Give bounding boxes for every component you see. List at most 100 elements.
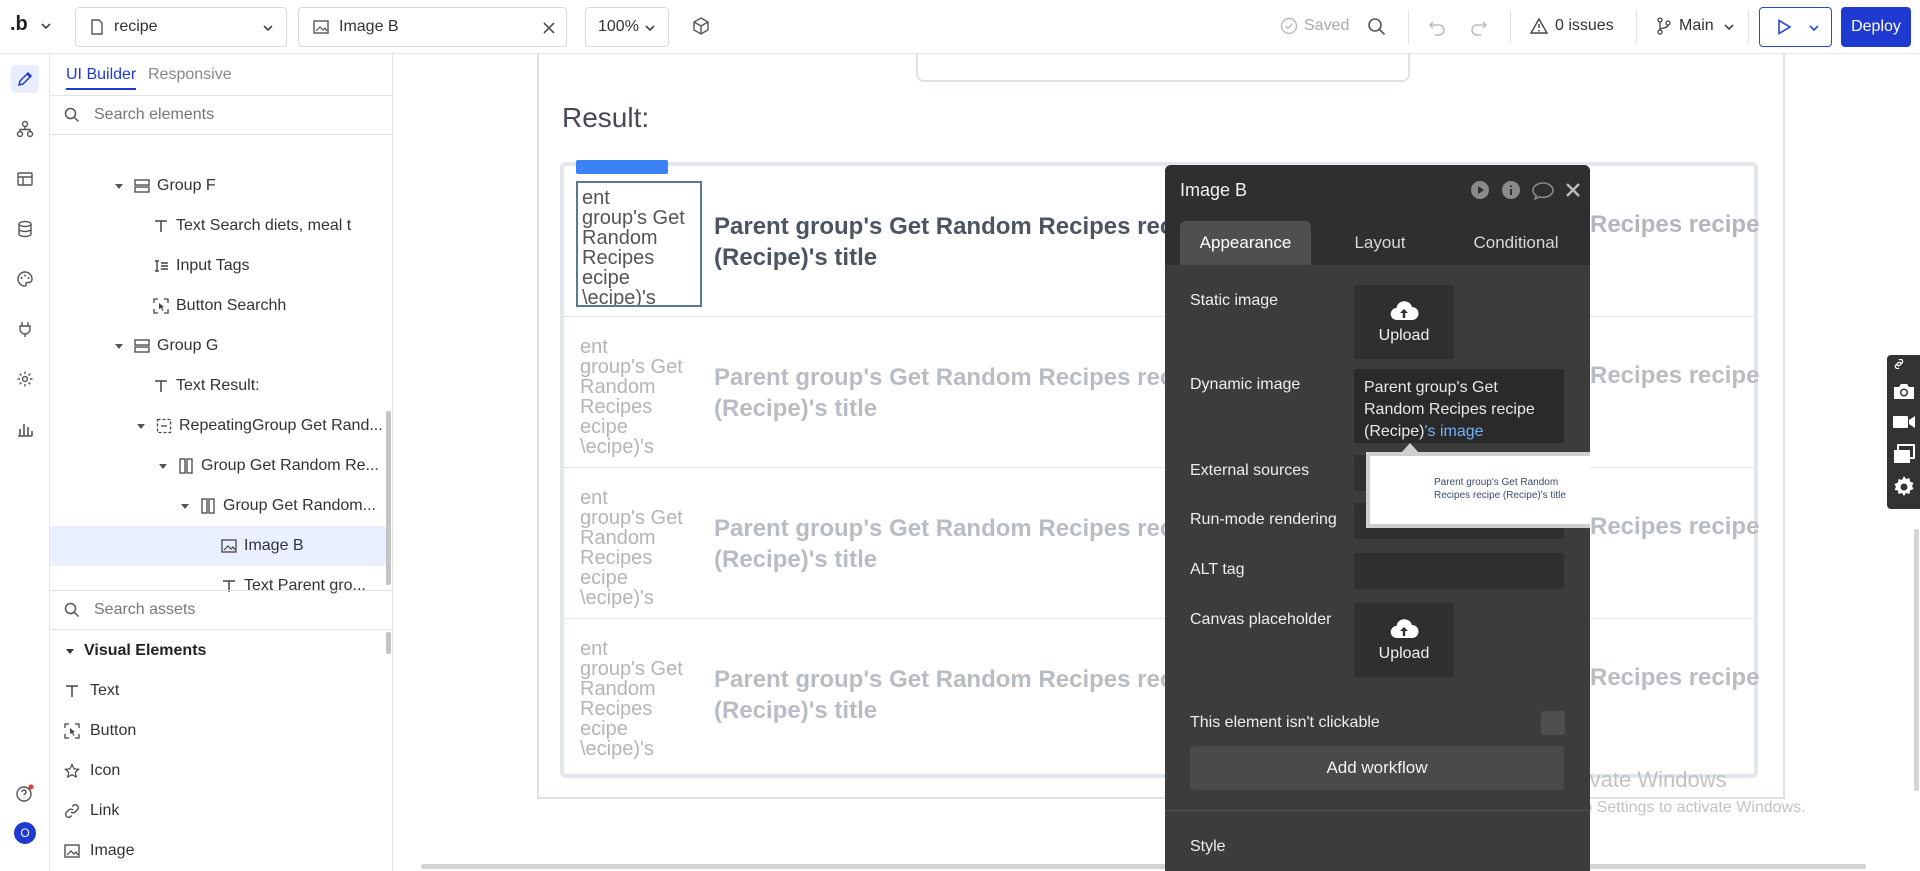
warning-icon[interactable] [1530,17,1548,35]
rail-styles[interactable] [11,265,39,293]
windows-icon[interactable] [1892,443,1916,465]
branch-icon[interactable] [1656,17,1672,35]
undo-icon[interactable] [1428,18,1446,36]
image-b[interactable]: ent group's Get Random Recipes ecipe \ec… [576,181,702,307]
asset-icon[interactable]: Icon [64,762,120,780]
layout-icon [17,172,33,186]
assets-scrollbar[interactable] [386,632,391,654]
caret-down-icon[interactable] [134,419,148,433]
button-icon [64,723,80,739]
add-workflow-button[interactable]: Add workflow [1190,746,1564,790]
search-assets-input[interactable]: Search assets [94,601,195,619]
expression-preview-tooltip: Parent group's Get Random Recipes recipe… [1366,452,1590,528]
issues-count[interactable]: 0 issues [1555,17,1614,35]
rail-help[interactable] [11,779,39,807]
static-image-upload[interactable]: Upload [1354,285,1454,359]
text-title-right[interactable]: Recipes recipe [1590,211,1759,239]
rail-workflow[interactable] [11,115,39,143]
pencil-icon [17,71,33,87]
link-icon[interactable] [1892,359,1906,369]
asset-button[interactable]: Button [64,722,136,740]
comment-icon[interactable] [1531,181,1555,201]
bubble-logo[interactable]: .b [10,13,28,36]
rail-data[interactable] [11,165,39,193]
tab-responsive[interactable]: Responsive [148,66,232,84]
search-icon[interactable] [1367,17,1386,36]
tab-conditional[interactable]: Conditional [1447,221,1585,265]
rail-plugins[interactable] [11,315,39,343]
close-icon[interactable] [1565,182,1581,198]
play-circle-icon[interactable] [1470,180,1490,200]
rail-settings[interactable] [11,365,39,393]
asset-link[interactable]: Link [64,802,119,820]
plug-icon [19,322,31,337]
tree-item-image-b[interactable]: Image B [50,526,386,566]
canvas-horizontal-scrollbar[interactable] [421,864,1866,869]
property-editor-header[interactable]: Image B [1165,165,1590,215]
image-b[interactable]: ent group's Get Random Recipes ecipe \ec… [576,634,702,760]
editor-canvas[interactable]: Result: ent group's Get Random Recipes e… [394,54,1920,871]
info-icon[interactable] [1501,180,1521,200]
avatar[interactable]: O [11,819,39,847]
chevron-down-icon[interactable] [1808,22,1820,34]
text-result[interactable]: Result: [562,102,649,134]
tab-appearance[interactable]: Appearance [1180,221,1311,265]
gear-icon[interactable] [1892,475,1916,499]
redo-icon[interactable] [1470,18,1488,36]
camera-icon[interactable] [1892,381,1916,401]
branch-name[interactable]: Main [1679,17,1714,35]
property-editor[interactable]: Image B Appearance Layout Conditional St… [1165,165,1590,871]
text-title-right[interactable]: Recipes recipe [1590,664,1759,692]
chevron-down-icon[interactable] [1723,21,1735,33]
page-selector[interactable]: recipe [75,7,287,47]
tab-ui-builder[interactable]: UI Builder [66,66,136,84]
input-icon [155,260,168,272]
page-icon [91,19,103,35]
canvas-placeholder-upload[interactable]: Upload [1354,603,1454,677]
text-parent-title[interactable]: Parent group's Get Random Recipes recipe… [714,362,1214,424]
text-title-right[interactable]: Recipes recipe [1590,513,1759,541]
text-parent-title[interactable]: Parent group's Get Random Recipes recipe… [714,513,1214,575]
zoom-selector[interactable]: 100% [585,7,669,47]
image-b[interactable]: ent group's Get Random Recipes ecipe \ec… [576,332,702,458]
text-icon [66,685,78,697]
chevron-down-icon[interactable] [40,20,52,32]
caret-down-icon[interactable] [178,499,192,513]
tab-layout[interactable]: Layout [1315,221,1445,265]
text-parent-title[interactable]: Parent group's Get Random Recipes recipe… [714,664,1214,726]
preview-button[interactable] [1759,7,1832,47]
dynamic-image-field[interactable]: Parent group's Get Random Recipes recipe… [1354,369,1564,443]
cube-icon[interactable] [691,16,711,36]
deploy-button[interactable]: Deploy [1841,7,1911,47]
rail-design[interactable] [11,65,39,93]
search-elements-input[interactable]: Search elements [94,106,214,124]
caret-down-icon[interactable] [112,179,126,193]
search-elements[interactable]: Search elements [50,95,393,135]
video-icon[interactable] [1892,413,1916,431]
visual-elements-heading[interactable]: Visual Elements [64,642,206,660]
rail-logs[interactable] [11,415,39,443]
asset-text[interactable]: Text [64,682,119,700]
image-b[interactable]: ent group's Get Random Recipes ecipe \ec… [576,483,702,609]
alt-tag-field[interactable] [1354,553,1564,589]
repeating-group-icon [156,418,172,434]
text-title-right[interactable]: Recipes recipe [1590,362,1759,390]
button-icon [153,298,169,314]
dynamic-image-suffix[interactable]: 's image [1424,423,1483,440]
asset-image[interactable]: Image [64,842,134,860]
close-icon[interactable] [542,21,556,35]
search-assets[interactable]: Search assets [50,590,393,630]
chevron-down-icon [645,25,655,32]
rail-database[interactable] [11,215,39,243]
star-icon [64,763,80,779]
text-parent-title[interactable]: Parent group's Get Random Recipes recipe… [714,211,1214,273]
element-selector[interactable]: Image B [298,7,567,47]
cloud-upload-icon [1390,618,1419,638]
not-clickable-checkbox[interactable] [1541,711,1565,735]
tree-item-label: Button Searchh [176,297,287,314]
caret-down-icon[interactable] [112,339,126,353]
caret-down-icon[interactable] [156,459,170,473]
group-f-box[interactable] [916,54,1410,82]
tree-scrollbar[interactable] [386,411,391,585]
canvas-vertical-scrollbar[interactable] [1914,529,1919,791]
